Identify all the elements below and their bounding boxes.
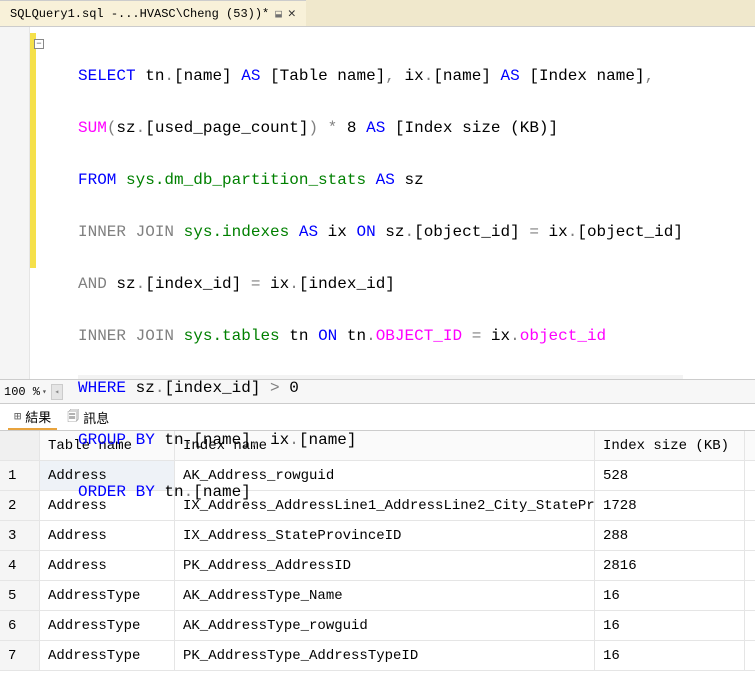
cell-index-name[interactable]: AK_AddressType_Name bbox=[175, 581, 595, 610]
cell-index-name[interactable]: PK_AddressType_AddressTypeID bbox=[175, 641, 595, 670]
grid-icon: ⊞ bbox=[14, 409, 21, 424]
cell-index-name[interactable]: AK_AddressType_rowguid bbox=[175, 611, 595, 640]
editor-gutter bbox=[0, 27, 30, 379]
sql-editor[interactable]: − SELECT tn.[name] AS [Table name], ix.[… bbox=[0, 27, 755, 379]
chevron-down-icon: ▾ bbox=[42, 387, 47, 397]
document-tab[interactable]: SQLQuery1.sql -...HVASC\Cheng (53))* ⬓ ✕ bbox=[0, 0, 306, 26]
rownum: 3 bbox=[0, 521, 40, 550]
rownum: 1 bbox=[0, 461, 40, 490]
code-area[interactable]: SELECT tn.[name] AS [Table name], ix.[na… bbox=[30, 27, 683, 379]
rownum: 5 bbox=[0, 581, 40, 610]
tab-results-label: 結果 bbox=[25, 407, 51, 426]
cell-index-size[interactable]: 16 bbox=[595, 641, 745, 670]
scroll-left-button[interactable]: ◂ bbox=[51, 384, 63, 400]
pin-icon[interactable]: ⬓ bbox=[275, 7, 282, 21]
table-row[interactable]: 5 AddressType AK_AddressType_Name 16 bbox=[0, 581, 755, 611]
header-rownum[interactable] bbox=[0, 431, 40, 460]
left-arrow-icon: ◂ bbox=[54, 387, 59, 397]
cell-table-name[interactable]: AddressType bbox=[40, 611, 175, 640]
tab-title: SQLQuery1.sql -...HVASC\Cheng (53))* bbox=[10, 7, 269, 21]
zoom-dropdown[interactable]: 100 % ▾ bbox=[4, 385, 47, 399]
document-tab-bar: SQLQuery1.sql -...HVASC\Cheng (53))* ⬓ ✕ bbox=[0, 0, 755, 27]
cell-table-name[interactable]: AddressType bbox=[40, 641, 175, 670]
rownum: 4 bbox=[0, 551, 40, 580]
rownum: 2 bbox=[0, 491, 40, 520]
table-row[interactable]: 7 AddressType PK_AddressType_AddressType… bbox=[0, 641, 755, 671]
cell-index-size[interactable]: 16 bbox=[595, 581, 745, 610]
rownum: 7 bbox=[0, 641, 40, 670]
rownum: 6 bbox=[0, 611, 40, 640]
close-icon[interactable]: ✕ bbox=[288, 6, 296, 21]
table-row[interactable]: 6 AddressType AK_AddressType_rowguid 16 bbox=[0, 611, 755, 641]
zoom-level: 100 % bbox=[4, 385, 40, 399]
cell-index-size[interactable]: 16 bbox=[595, 611, 745, 640]
tab-results[interactable]: ⊞ 結果 bbox=[8, 405, 57, 430]
cell-table-name[interactable]: AddressType bbox=[40, 581, 175, 610]
